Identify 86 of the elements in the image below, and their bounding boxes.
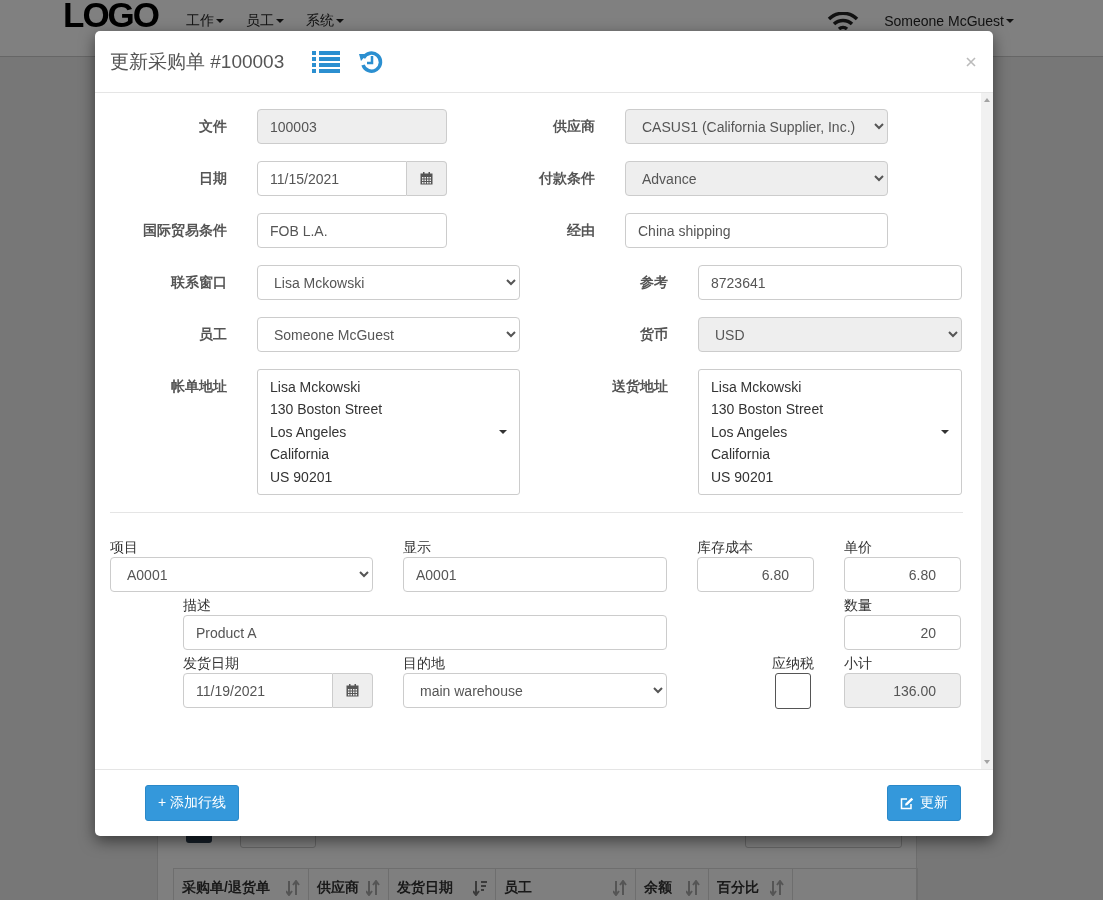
caret-icon xyxy=(499,430,507,434)
logo[interactable]: LOGO xyxy=(63,0,159,30)
select-field[interactable]: main warehouse xyxy=(403,673,667,708)
column-header[interactable]: 采购单/退货单 xyxy=(174,869,309,900)
nav-menu[interactable]: 工作 xyxy=(186,12,225,30)
select-field[interactable]: Someone McGuest xyxy=(257,317,520,352)
user-menu[interactable]: Someone McGuest xyxy=(884,13,1014,29)
address-field[interactable]: Lisa Mckowski 130 Boston Street Los Angeles California US 90201 xyxy=(698,369,962,495)
address-line: California xyxy=(711,445,772,465)
field-label: 日期 xyxy=(198,169,227,188)
sort-icon xyxy=(286,879,300,896)
field-label: 描述 xyxy=(183,596,212,615)
calendar-button[interactable] xyxy=(407,161,447,196)
field-label: 单价 xyxy=(844,538,873,557)
field-label: 发货日期 xyxy=(183,654,240,673)
field-label: 帐单地址 xyxy=(170,377,227,396)
text-field[interactable]: FOB L.A. xyxy=(257,213,447,248)
sort-icon xyxy=(613,879,627,896)
address-line: Lisa Mckowski xyxy=(711,378,803,397)
calendar-icon xyxy=(420,172,433,185)
history-button[interactable] xyxy=(358,49,385,74)
sort-icon xyxy=(686,879,700,896)
address-line: US 90201 xyxy=(270,467,334,487)
number-field[interactable]: 20 xyxy=(844,615,961,650)
field-label: 国际贸易条件 xyxy=(142,221,227,240)
field-label: 显示 xyxy=(403,538,432,557)
caret-icon xyxy=(941,430,949,434)
nav-menu[interactable]: 系统 xyxy=(306,12,345,30)
select-field[interactable]: A0001 xyxy=(110,557,373,592)
field-label: 送货地址 xyxy=(611,377,668,396)
sort-icon xyxy=(770,879,784,896)
text-field[interactable]: A0001 xyxy=(403,557,667,592)
field-label: 联系窗口 xyxy=(169,273,227,292)
field-label: 文件 xyxy=(198,117,227,136)
caret-icon xyxy=(216,19,225,23)
text-field[interactable]: 8723641 xyxy=(698,265,962,300)
select-field[interactable]: Lisa Mckowski xyxy=(257,265,520,300)
address-line: US 90201 xyxy=(711,467,775,487)
scrollbar[interactable] xyxy=(981,93,993,769)
dialog-title: 更新采购单 #100003 xyxy=(110,49,285,74)
field-label: 小计 xyxy=(844,654,873,673)
caret-icon xyxy=(336,19,345,23)
field-label: 数量 xyxy=(844,596,873,615)
number-field[interactable]: 6.80 xyxy=(697,557,814,592)
number-field[interactable]: 6.80 xyxy=(844,557,961,592)
list-icon xyxy=(312,50,341,73)
address-line: 130 Boston Street xyxy=(270,400,383,420)
field-label: 货币 xyxy=(639,325,668,344)
address-line: 130 Boston Street xyxy=(711,400,824,420)
sort-icon xyxy=(473,879,487,896)
close-icon xyxy=(966,56,976,67)
field-label: 供应商 xyxy=(552,117,595,136)
calendar-button[interactable] xyxy=(333,673,373,708)
address-line: Lisa Mckowski xyxy=(270,378,362,397)
wifi-icon xyxy=(827,12,860,30)
close-button[interactable] xyxy=(964,54,978,69)
list-button[interactable] xyxy=(312,50,341,73)
calendar-icon xyxy=(346,684,359,697)
column-header[interactable]: 余额 xyxy=(636,869,709,900)
text-field[interactable]: Product A xyxy=(183,615,667,650)
edit-icon xyxy=(900,796,914,810)
column-header[interactable]: 百分比 xyxy=(709,869,793,900)
column-header[interactable]: 供应商 xyxy=(309,869,389,900)
field-label: 经由 xyxy=(566,221,595,240)
checkbox[interactable] xyxy=(775,673,811,709)
caret-icon xyxy=(276,19,285,23)
field-label: 员工 xyxy=(198,325,227,344)
address-line: Los Angeles xyxy=(270,422,348,442)
text-field[interactable]: China shipping xyxy=(625,213,888,248)
field-label: 参考 xyxy=(639,273,668,292)
history-icon xyxy=(358,49,385,74)
caret-icon xyxy=(1006,19,1014,23)
date-field[interactable]: 11/15/2021 xyxy=(257,161,407,196)
field-label: 项目 xyxy=(110,538,139,557)
field-label: 应纳税 xyxy=(772,654,814,673)
field-label: 库存成本 xyxy=(697,538,754,557)
address-line: Los Angeles xyxy=(711,422,789,442)
date-field[interactable]: 11/19/2021 xyxy=(183,673,333,708)
address-line: California xyxy=(270,445,331,465)
address-field[interactable]: Lisa Mckowski 130 Boston Street Los Angeles California US 90201 xyxy=(257,369,520,495)
column-header[interactable]: 发货日期 xyxy=(389,869,496,900)
sort-icon xyxy=(366,879,380,896)
column-header[interactable]: 员工 xyxy=(496,869,636,900)
field-label: 付款条件 xyxy=(538,169,595,188)
nav-menu[interactable]: 员工 xyxy=(246,12,285,30)
field-label: 目的地 xyxy=(403,654,446,673)
